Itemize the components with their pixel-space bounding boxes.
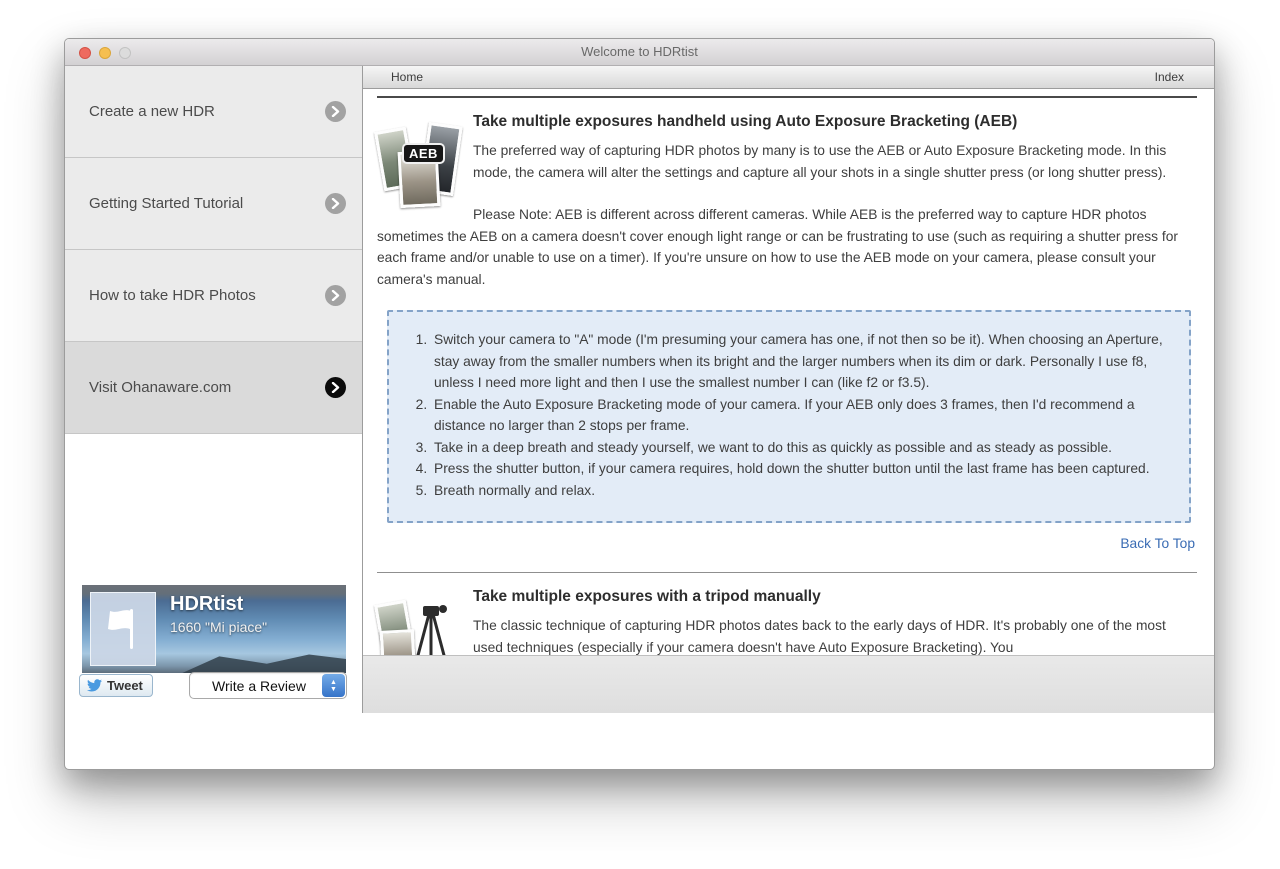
steps-callout-box: Switch your camera to "A" mode (I'm pres… bbox=[387, 310, 1191, 523]
help-content-scroll-area[interactable]: AEB Take multiple exposures handheld usi… bbox=[363, 89, 1214, 655]
chevron-right-circle-icon bbox=[325, 377, 346, 398]
window-bottom-bar bbox=[363, 655, 1214, 713]
step-item: Press the shutter button, if your camera… bbox=[431, 458, 1171, 480]
facebook-like-badge[interactable]: HDRtist 1660 "Mi piace" bbox=[82, 585, 346, 673]
section-heading: Take multiple exposures handheld using A… bbox=[473, 113, 1018, 130]
section-heading: Take multiple exposures with a tripod ma… bbox=[473, 588, 821, 605]
flag-icon bbox=[90, 592, 156, 666]
sidebar-item-getting-started[interactable]: Getting Started Tutorial bbox=[65, 158, 362, 250]
badge-like-count: 1660 "Mi piace" bbox=[170, 619, 268, 635]
badge-title: HDRtist bbox=[170, 593, 244, 615]
sidebar-item-create-hdr[interactable]: Create a new HDR bbox=[65, 66, 362, 158]
help-toolbar: Home Index bbox=[363, 66, 1214, 89]
back-to-top-link[interactable]: Back To Top bbox=[1120, 536, 1195, 551]
sidebar-item-how-to-take-hdr[interactable]: How to take HDR Photos bbox=[65, 250, 362, 342]
titlebar[interactable]: Welcome to HDRtist bbox=[65, 39, 1214, 66]
chevron-right-circle-icon bbox=[325, 193, 346, 214]
sidebar-item-label: Create a new HDR bbox=[89, 103, 215, 120]
steps-list: Switch your camera to "A" mode (I'm pres… bbox=[401, 329, 1171, 501]
sidebar: Create a new HDR Getting Started Tutoria… bbox=[65, 66, 363, 713]
app-window: Welcome to HDRtist Create a new HDR Gett… bbox=[64, 38, 1215, 770]
minimize-button[interactable] bbox=[99, 47, 111, 59]
zoom-button-disabled bbox=[119, 47, 131, 59]
toolbar-index-button[interactable]: Index bbox=[1155, 70, 1184, 84]
step-item: Take in a deep breath and steady yoursel… bbox=[431, 437, 1171, 459]
back-to-top-container: Back To Top bbox=[377, 536, 1195, 551]
sidebar-item-visit-ohanaware[interactable]: Visit Ohanaware.com bbox=[65, 342, 362, 434]
chevron-right-circle-icon bbox=[325, 285, 346, 306]
tweet-button[interactable]: Tweet bbox=[79, 674, 153, 697]
window-title: Welcome to HDRtist bbox=[581, 44, 698, 59]
chevron-right-circle-icon bbox=[325, 101, 346, 122]
section-paragraph: The classic technique of capturing HDR p… bbox=[473, 618, 1166, 655]
tripod-photo-stack-icon bbox=[374, 596, 463, 655]
traffic-lights bbox=[79, 47, 131, 59]
step-item: Enable the Auto Exposure Bracketing mode… bbox=[431, 394, 1171, 437]
section-paragraph: Please Note: AEB is different across dif… bbox=[377, 207, 1178, 287]
section-aeb: AEB Take multiple exposures handheld usi… bbox=[374, 113, 1197, 551]
content-top-rule bbox=[377, 96, 1197, 98]
step-item: Switch your camera to "A" mode (I'm pres… bbox=[431, 329, 1171, 394]
twitter-bird-icon bbox=[87, 679, 102, 692]
close-button[interactable] bbox=[79, 47, 91, 59]
aeb-badge-label: AEB bbox=[402, 143, 445, 164]
sidebar-item-label: How to take HDR Photos bbox=[89, 287, 256, 304]
dropdown-stepper-icon: ▲ ▼ bbox=[322, 674, 345, 697]
sidebar-item-label: Visit Ohanaware.com bbox=[89, 379, 232, 396]
sidebar-item-label: Getting Started Tutorial bbox=[89, 195, 244, 212]
toolbar-home-button[interactable]: Home bbox=[391, 70, 423, 84]
section-tripod: Take multiple exposures with a tripod ma… bbox=[374, 588, 1197, 655]
step-item: Breath normally and relax. bbox=[431, 480, 1171, 502]
section-divider bbox=[377, 572, 1197, 573]
aeb-photo-stack-icon: AEB bbox=[374, 121, 463, 217]
write-review-dropdown[interactable]: Write a Review ▲ ▼ bbox=[189, 672, 347, 699]
tweet-button-label: Tweet bbox=[107, 678, 143, 693]
section-paragraph: The preferred way of capturing HDR photo… bbox=[473, 143, 1167, 180]
